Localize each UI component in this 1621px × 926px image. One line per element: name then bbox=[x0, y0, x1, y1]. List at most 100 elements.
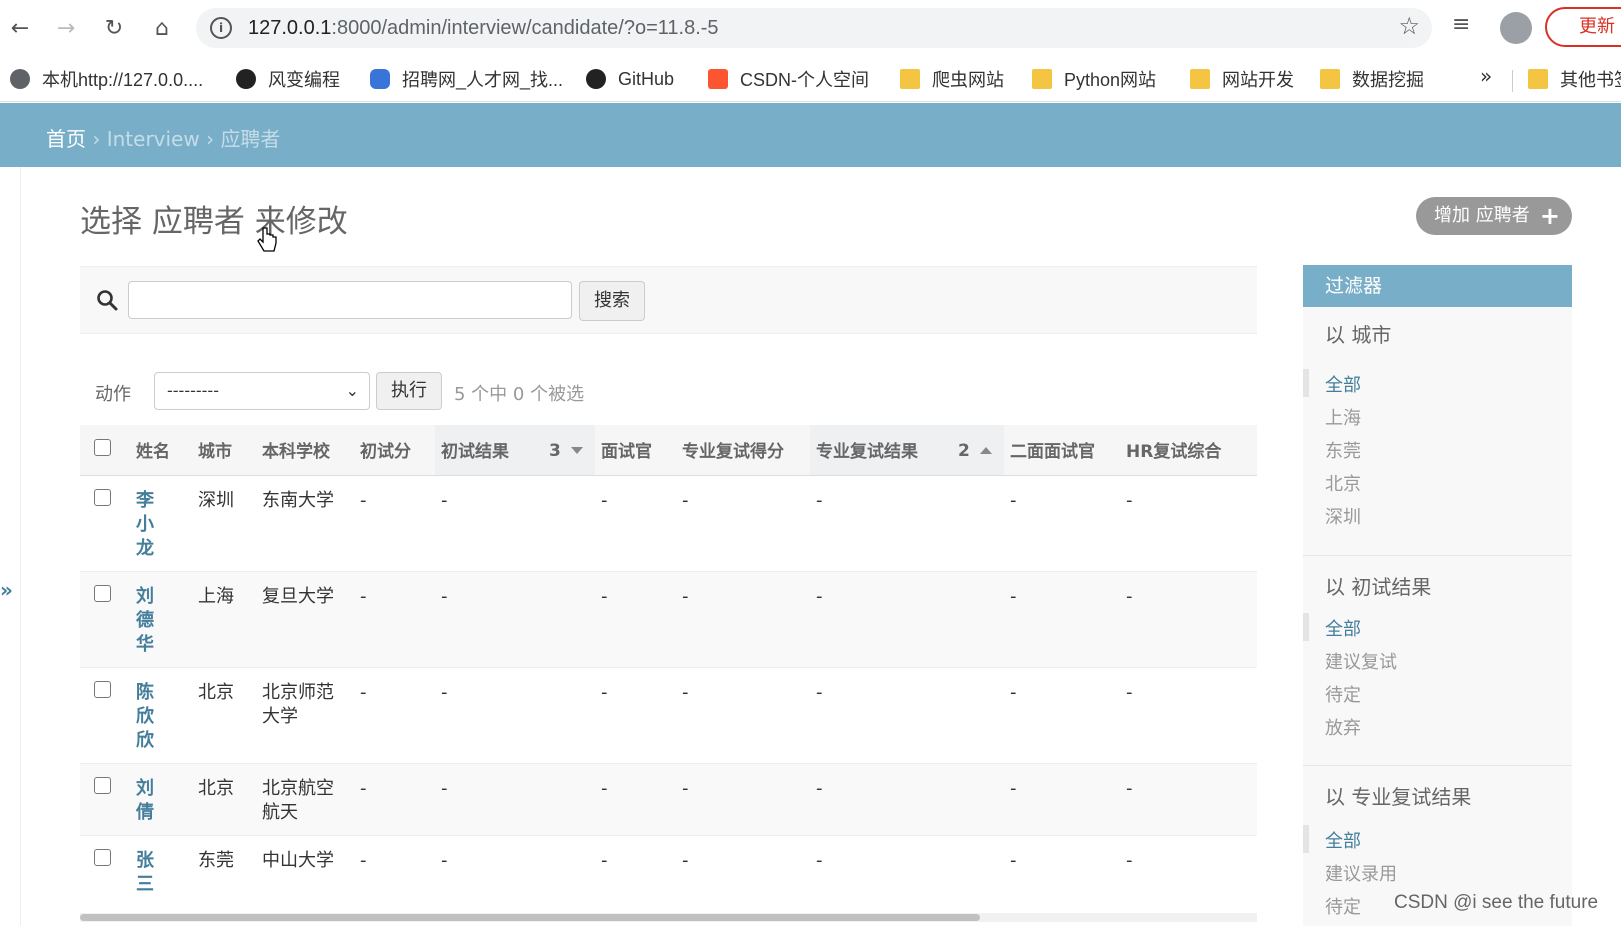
candidate-name-link[interactable]: 刘德华 bbox=[136, 585, 156, 657]
url-text[interactable]: 127.0.0.1:8000/admin/interview/candidate… bbox=[248, 17, 719, 40]
column-header[interactable]: 姓名 bbox=[130, 425, 192, 476]
breadcrumb-separator: › bbox=[92, 127, 101, 151]
execute-button[interactable]: 执行 bbox=[376, 372, 442, 410]
sort-priority[interactable]: 3 bbox=[549, 441, 561, 461]
candidate-name-link[interactable]: 张三 bbox=[136, 849, 156, 897]
row-checkbox[interactable] bbox=[94, 680, 111, 698]
cell-city: 上海 bbox=[192, 571, 256, 668]
profile-avatar[interactable] bbox=[1500, 12, 1532, 44]
bookmark-item[interactable]: GitHub bbox=[586, 66, 674, 92]
filter-item[interactable]: 深圳 bbox=[1325, 503, 1361, 529]
filter-selected-marker bbox=[1303, 825, 1309, 853]
filter-item-all[interactable]: 全部 bbox=[1325, 371, 1361, 397]
hand-icon bbox=[370, 69, 390, 89]
sidebar-toggle-icon[interactable]: » bbox=[0, 578, 13, 602]
sort-ascending-icon[interactable] bbox=[980, 447, 992, 454]
filter-item[interactable]: 北京 bbox=[1325, 470, 1361, 496]
sort-priority[interactable]: 2 bbox=[958, 441, 970, 461]
bookmark-item[interactable]: 招聘网_人才网_找... bbox=[370, 66, 563, 92]
search-input[interactable] bbox=[128, 281, 572, 319]
column-header[interactable]: 本科学校 bbox=[256, 425, 354, 476]
filter-item[interactable]: 放弃 bbox=[1325, 714, 1361, 740]
bookmarks-more-icon[interactable]: » bbox=[1480, 64, 1492, 88]
bookmark-item[interactable]: CSDN-个人空间 bbox=[708, 66, 869, 92]
table-row: 刘德华 上海 复旦大学 - - - - - - - bbox=[80, 571, 1257, 668]
cell-city: 东莞 bbox=[192, 835, 256, 900]
table-row: 陈欣欣 北京 北京师范大学 - - - - - - - bbox=[80, 667, 1257, 764]
back-icon[interactable]: ← bbox=[2, 10, 38, 46]
sort-descending-icon[interactable] bbox=[571, 447, 583, 454]
search-button[interactable]: 搜索 bbox=[579, 281, 645, 321]
home-icon[interactable]: ⌂ bbox=[144, 10, 180, 46]
add-candidate-button[interactable]: 增加 应聘者 + bbox=[1416, 197, 1572, 235]
row-checkbox[interactable] bbox=[94, 848, 111, 866]
bookmark-star-icon[interactable]: ☆ bbox=[1398, 12, 1420, 40]
cell-pro-score: - bbox=[676, 571, 810, 668]
column-header[interactable]: 二面面试官 bbox=[1004, 425, 1120, 476]
add-button-label: 增加 应聘者 bbox=[1434, 205, 1530, 226]
filter-item[interactable]: 待定 bbox=[1325, 681, 1361, 707]
forward-icon[interactable]: → bbox=[48, 10, 84, 46]
column-header[interactable]: 初试分 bbox=[354, 425, 435, 476]
cell-pro-score: - bbox=[676, 763, 810, 836]
panda-icon bbox=[236, 69, 256, 89]
filter-item[interactable]: 建议复试 bbox=[1325, 648, 1397, 674]
scrollbar-thumb[interactable] bbox=[80, 914, 980, 921]
row-select-cell bbox=[80, 667, 130, 764]
column-header[interactable]: 城市 bbox=[192, 425, 256, 476]
cell-hr: - bbox=[1120, 571, 1257, 668]
filter-item-all[interactable]: 全部 bbox=[1325, 827, 1361, 853]
cell-pro-score: - bbox=[676, 475, 810, 572]
bookmark-item[interactable]: Python网站 bbox=[1032, 66, 1156, 92]
update-button[interactable]: 更新 bbox=[1545, 7, 1621, 47]
candidate-name-link[interactable]: 刘倩 bbox=[136, 777, 156, 825]
action-select[interactable]: --------- ⌄ bbox=[154, 372, 370, 410]
folder-icon bbox=[1190, 69, 1210, 89]
candidate-name-link[interactable]: 陈欣欣 bbox=[136, 681, 156, 753]
cell-interviewer: - bbox=[595, 475, 676, 572]
horizontal-scrollbar[interactable] bbox=[80, 913, 1257, 922]
address-bar[interactable]: i 127.0.0.1:8000/admin/interview/candida… bbox=[196, 8, 1432, 48]
bookmark-item[interactable]: 网站开发 bbox=[1190, 66, 1294, 92]
reading-list-icon[interactable]: ≡ bbox=[1452, 12, 1470, 37]
cell-pro-result: - bbox=[810, 667, 1004, 764]
candidate-name-link[interactable]: 李小龙 bbox=[136, 489, 156, 561]
select-all-checkbox[interactable] bbox=[94, 438, 111, 456]
bookmark-item[interactable]: 爬虫网站 bbox=[900, 66, 1004, 92]
filter-panel: 过滤器 以 城市 全部 上海 东莞 北京 深圳 以 初试结果 全部 建议复试 待… bbox=[1303, 265, 1572, 926]
column-header[interactable]: HR复试综合 bbox=[1120, 425, 1257, 476]
row-checkbox[interactable] bbox=[94, 488, 111, 506]
cell-second: - bbox=[1004, 835, 1120, 900]
site-info-icon[interactable]: i bbox=[210, 17, 232, 39]
candidate-name-cell: 刘德华 bbox=[130, 571, 192, 668]
breadcrumb-app[interactable]: Interview bbox=[107, 127, 200, 151]
filter-item-all[interactable]: 全部 bbox=[1325, 615, 1361, 641]
column-header[interactable]: 专业复试得分 bbox=[676, 425, 810, 476]
cell-score: - bbox=[354, 835, 435, 900]
candidate-name-cell: 陈欣欣 bbox=[130, 667, 192, 764]
action-select-value: --------- bbox=[167, 381, 219, 400]
other-bookmarks[interactable]: 其他书签 bbox=[1528, 66, 1621, 92]
candidate-name-cell: 张三 bbox=[130, 835, 192, 900]
filter-item[interactable]: 东莞 bbox=[1325, 437, 1361, 463]
bookmark-item[interactable]: 数据挖掘 bbox=[1320, 66, 1424, 92]
reload-icon[interactable]: ↻ bbox=[96, 10, 132, 46]
candidate-name-cell: 刘倩 bbox=[130, 763, 192, 836]
bookmark-label: CSDN-个人空间 bbox=[740, 70, 869, 90]
page-title: 选择 应聘者 来修改 bbox=[80, 204, 348, 240]
cell-pro-score: - bbox=[676, 835, 810, 900]
row-checkbox[interactable] bbox=[94, 584, 111, 602]
csdn-icon bbox=[708, 69, 728, 89]
row-checkbox[interactable] bbox=[94, 776, 111, 794]
column-header[interactable]: 面试官 bbox=[595, 425, 676, 476]
bookmark-item[interactable]: 本机http://127.0.0.... bbox=[10, 66, 203, 92]
filter-item[interactable]: 建议录用 bbox=[1325, 860, 1397, 886]
bookmark-item[interactable]: 风变编程 bbox=[236, 66, 340, 92]
column-header-sorted[interactable]: 专业复试结果 2 bbox=[810, 425, 1004, 476]
folder-icon bbox=[900, 69, 920, 89]
column-header-sorted[interactable]: 初试结果 3 bbox=[435, 425, 595, 476]
bookmark-label: 数据挖掘 bbox=[1352, 70, 1424, 90]
filter-item[interactable]: 上海 bbox=[1325, 404, 1361, 430]
filter-item[interactable]: 待定 bbox=[1325, 893, 1361, 919]
breadcrumb-home[interactable]: 首页 bbox=[46, 127, 86, 151]
